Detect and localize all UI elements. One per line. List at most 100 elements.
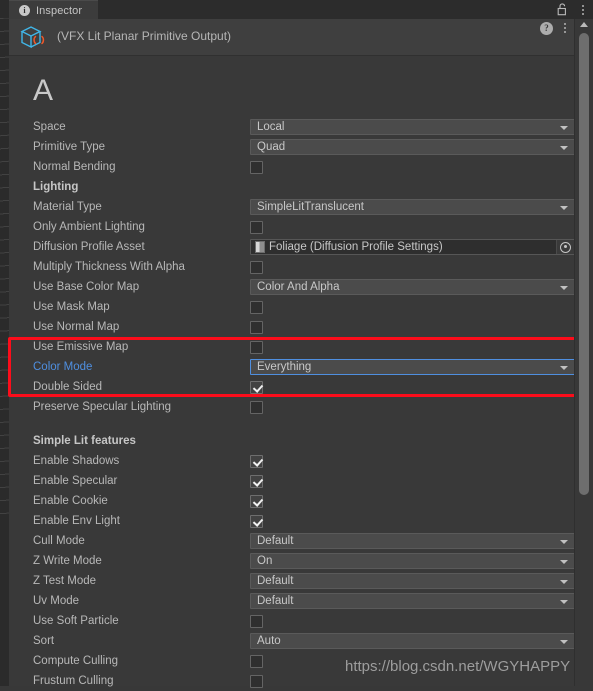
checkbox-use-normal-map[interactable] [250, 320, 263, 334]
property-list: Space Local Primitive Type Quad Normal Bendi… [9, 117, 575, 691]
checkbox-enable-cookie[interactable] [250, 494, 263, 508]
checkbox-only-ambient-lighting[interactable] [250, 220, 263, 234]
page-title: A [33, 74, 54, 107]
checkbox-enable-shadows[interactable] [250, 454, 263, 468]
property-field: Default [250, 573, 575, 589]
kebab-menu-icon[interactable] [577, 3, 589, 17]
help-question-icon[interactable]: ? [540, 21, 553, 35]
adjacent-panel-texture [0, 18, 9, 518]
target-ring-icon [560, 241, 571, 253]
checkbox-use-emissive-map[interactable] [250, 340, 263, 354]
property-label: Diffusion Profile Asset [33, 241, 145, 253]
property-field [250, 260, 575, 274]
checkbox-normal-bending[interactable] [250, 160, 263, 174]
property-label: Frustum Culling [33, 675, 114, 687]
property-row: Material Type SimpleLitTranslucent [9, 197, 575, 217]
dropdown-value: Default [257, 535, 294, 547]
property-label: Cull Mode [33, 535, 85, 547]
tab-inspector[interactable]: i Inspector [9, 0, 99, 20]
checkbox-multiply-thickness-with-alpha[interactable] [250, 260, 263, 274]
property-label: Uv Mode [33, 595, 80, 607]
property-field: Default [250, 533, 575, 549]
property-label: Sort [33, 635, 55, 647]
property-field [250, 160, 575, 174]
property-row: Enable Cookie [9, 491, 575, 511]
property-row: Sort Auto [9, 631, 575, 651]
property-row: Use Soft Particle [9, 611, 575, 631]
property-field [250, 300, 575, 314]
property-label: Enable Specular [33, 475, 118, 487]
property-field: Default [250, 593, 575, 609]
adjacent-panel-edge [0, 0, 9, 686]
property-row: Enable Env Light [9, 511, 575, 531]
component-header: (VFX Lit Planar Primitive Output) ? [9, 19, 575, 56]
property-label: Use Base Color Map [33, 281, 140, 293]
chevron-down-icon [560, 146, 568, 150]
dropdown-z-write-mode[interactable]: On [250, 553, 575, 569]
checkbox-double-sided[interactable] [250, 380, 263, 394]
property-row: Use Base Color Map Color And Alpha [9, 277, 575, 297]
component-header-actions: ? [540, 21, 571, 35]
dropdown-value: Default [257, 575, 294, 587]
property-label: Preserve Specular Lighting [33, 401, 172, 413]
property-label: Material Type [33, 201, 102, 213]
checkbox-use-mask-map[interactable] [250, 300, 263, 314]
dropdown-primitive-type[interactable]: Quad [250, 139, 575, 155]
property-row: Normal Bending [9, 157, 575, 177]
dropdown-color-mode[interactable]: Everything [250, 359, 575, 375]
property-field [250, 454, 575, 468]
property-label: Space [33, 121, 66, 133]
dropdown-sort[interactable]: Auto [250, 633, 575, 649]
property-row: Double Sided [9, 377, 575, 397]
chevron-down-icon [560, 600, 568, 604]
tab-bar: i Inspector [9, 0, 593, 20]
property-label: Compute Culling [33, 655, 119, 667]
checkbox-enable-env-light[interactable] [250, 514, 263, 528]
dropdown-cull-mode[interactable]: Default [250, 533, 575, 549]
checkbox-compute-culling[interactable] [250, 654, 263, 668]
kebab-menu-icon[interactable] [559, 21, 571, 35]
chevron-down-icon [560, 560, 568, 564]
property-row: Only Ambient Lighting [9, 217, 575, 237]
scroll-up-arrow-icon[interactable] [580, 22, 588, 27]
property-field: Foliage (Diffusion Profile Settings) [250, 239, 575, 255]
dropdown-uv-mode[interactable]: Default [250, 593, 575, 609]
property-label: Enable Env Light [33, 515, 120, 527]
property-row: Multiply Thickness With Alpha [9, 257, 575, 277]
object-picker-icon[interactable] [556, 240, 574, 254]
property-label: Multiply Thickness With Alpha [33, 261, 185, 273]
property-field [250, 514, 575, 528]
property-label: Enable Shadows [33, 455, 120, 467]
property-field [250, 474, 575, 488]
property-row: Enable Shadows [9, 451, 575, 471]
checkbox-enable-specular[interactable] [250, 474, 263, 488]
chevron-down-icon [560, 580, 568, 584]
property-label: Color Mode [33, 361, 93, 373]
asset-thumbnail-icon [255, 241, 265, 253]
property-label: Use Normal Map [33, 321, 120, 333]
property-label: Enable Cookie [33, 495, 108, 507]
section-header-label: Lighting [33, 181, 79, 193]
checkbox-use-soft-particle[interactable] [250, 614, 263, 628]
property-label: Use Soft Particle [33, 615, 119, 627]
lock-icon[interactable] [557, 3, 568, 16]
checkbox-preserve-specular-lighting[interactable] [250, 400, 263, 414]
vertical-scrollbar[interactable] [574, 19, 593, 686]
property-row: Use Normal Map [9, 317, 575, 337]
dropdown-space[interactable]: Local [250, 119, 575, 135]
property-field: Quad [250, 139, 575, 155]
property-label: Use Mask Map [33, 301, 110, 313]
dropdown-z-test-mode[interactable]: Default [250, 573, 575, 589]
property-row: Use Mask Map [9, 297, 575, 317]
property-field [250, 380, 575, 394]
property-row: Space Local [9, 117, 575, 137]
object-field-diffusion-profile-asset[interactable]: Foliage (Diffusion Profile Settings) [250, 239, 575, 255]
component-title: (VFX Lit Planar Primitive Output) [57, 29, 232, 43]
inspector-body: A Space Local Primitive Type Quad Normal Ben… [9, 56, 575, 688]
dropdown-value: Default [257, 595, 294, 607]
property-field [250, 614, 575, 628]
dropdown-material-type[interactable]: SimpleLitTranslucent [250, 199, 575, 215]
scrollbar-thumb[interactable] [579, 33, 589, 495]
dropdown-value: SimpleLitTranslucent [257, 201, 364, 213]
dropdown-use-base-color-map[interactable]: Color And Alpha [250, 279, 575, 295]
